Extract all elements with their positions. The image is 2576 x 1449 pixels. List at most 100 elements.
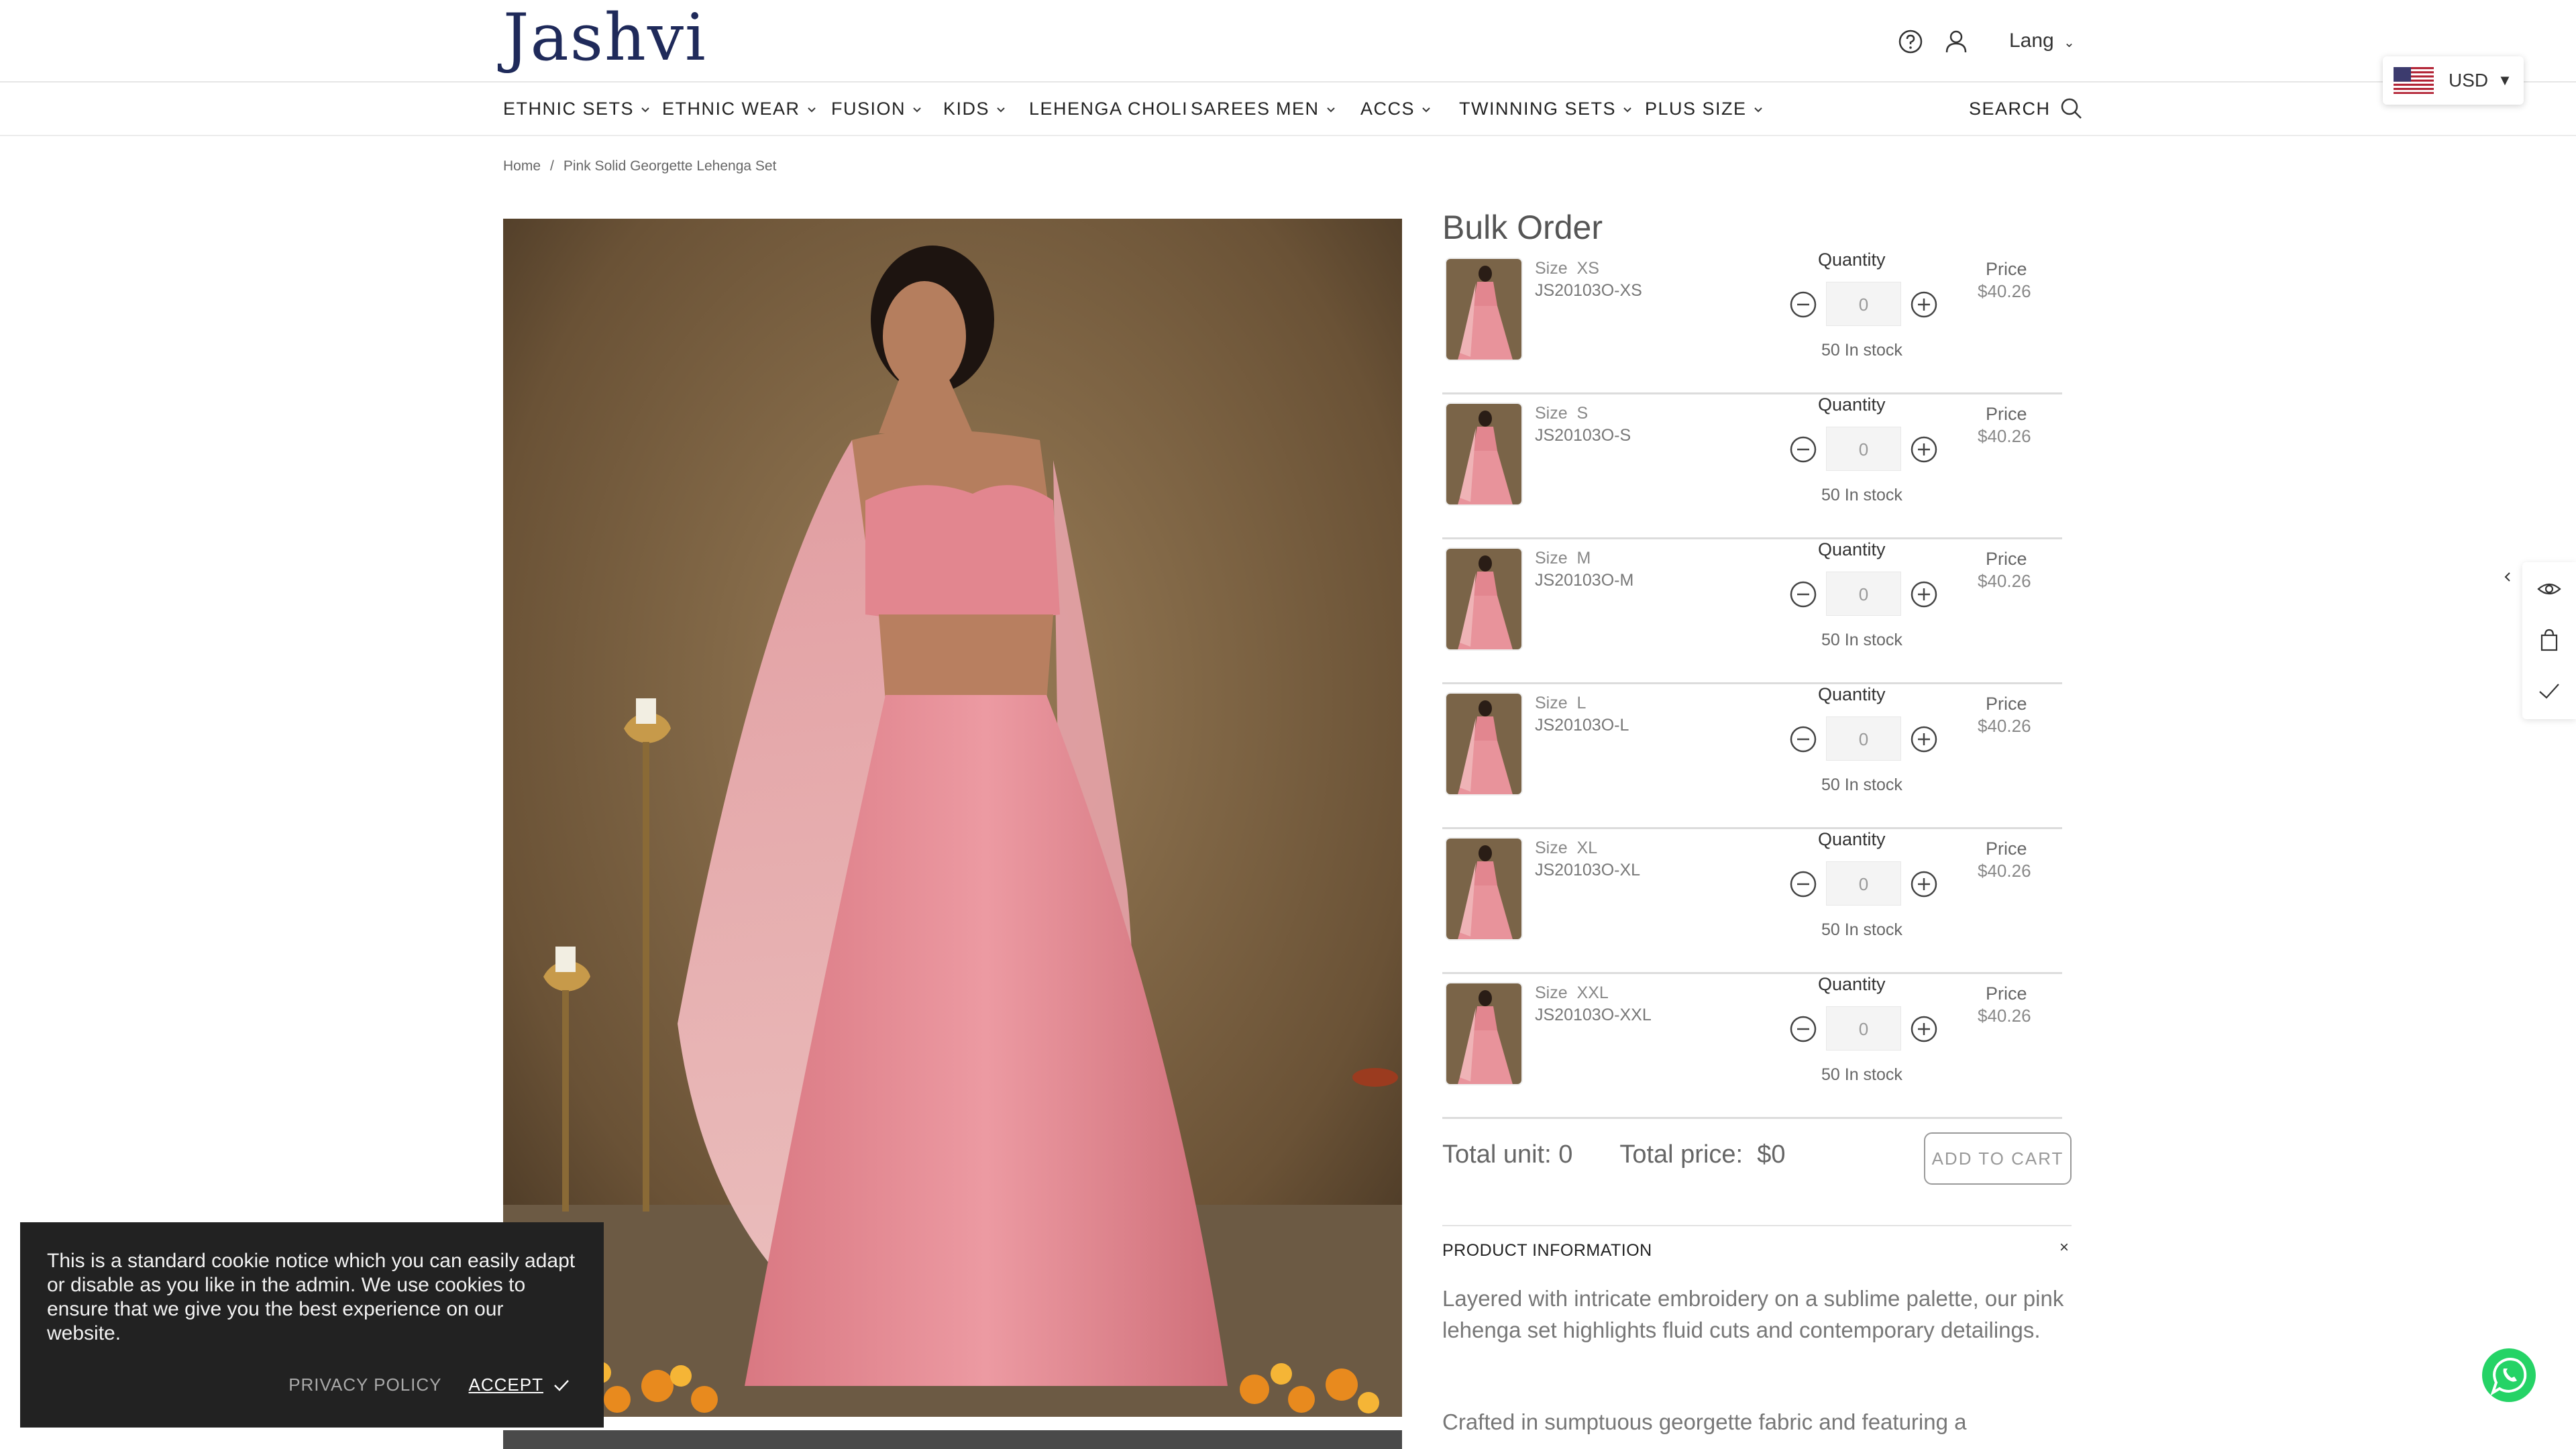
stock-status: 50 In stock xyxy=(1821,631,1902,649)
nav-item-lehenga-choli[interactable]: LEHENGA CHOLI xyxy=(1029,99,1188,119)
variant-sku: JS20103O-XL xyxy=(1535,861,1641,879)
us-flag-icon xyxy=(2394,67,2434,94)
variant-sku: JS20103O-S xyxy=(1535,426,1631,445)
minus-icon[interactable] xyxy=(1788,290,1818,319)
nav-label: FUSION xyxy=(831,99,906,119)
product-description-continued: Crafted in sumptuous georgette fabric an… xyxy=(1442,1409,1967,1434)
product-description: Layered with intricate embroidery on a s… xyxy=(1442,1286,2064,1342)
bulk-order-title: Bulk Order xyxy=(1442,209,1603,246)
site-logo[interactable]: Jashvi xyxy=(503,0,707,75)
plus-icon[interactable] xyxy=(1909,290,1939,319)
variant-thumbnail xyxy=(1445,258,1523,361)
nav-label: PLUS SIZE xyxy=(1645,99,1747,119)
nav-label: LEHENGA CHOLI xyxy=(1029,99,1189,119)
product-information-header[interactable]: PRODUCT INFORMATION xyxy=(1442,1225,2072,1260)
plus-icon[interactable] xyxy=(1909,1014,1939,1044)
accept-cookies-button[interactable]: ACCEPT xyxy=(469,1375,570,1395)
add-to-cart-button[interactable]: ADD TO CART xyxy=(1924,1132,2072,1185)
language-selector[interactable]: Lang ⌄ xyxy=(2009,30,2075,52)
price-label: Price xyxy=(1986,839,2027,859)
language-label: Lang xyxy=(2009,30,2054,52)
bulk-row-l: Size L JS20103O-L Quantity 0 50 In stock… xyxy=(1442,684,2062,829)
nav-item-ethnic-wear[interactable]: ETHNIC WEAR xyxy=(662,99,816,119)
eye-icon[interactable] xyxy=(2536,576,2563,602)
quantity-input[interactable]: 0 xyxy=(1826,1006,1901,1051)
nav-label: ETHNIC SETS xyxy=(503,99,635,119)
cookie-actions: PRIVACY POLICY ACCEPT xyxy=(288,1375,570,1395)
help-icon[interactable] xyxy=(1896,27,1925,56)
check-icon xyxy=(554,1379,569,1391)
quantity-label: Quantity xyxy=(1818,829,1886,849)
nav-label: KIDS xyxy=(943,99,990,119)
nav-item-fusion[interactable]: FUSION xyxy=(831,99,922,119)
variant-price: $40.26 xyxy=(1978,571,2031,591)
privacy-policy-link[interactable]: PRIVACY POLICY xyxy=(288,1375,441,1395)
cookie-notice: This is a standard cookie notice which y… xyxy=(20,1222,604,1428)
side-panel-toggle[interactable] xyxy=(2493,562,2522,592)
search-button[interactable]: SEARCH xyxy=(1969,96,2084,121)
cookie-text: This is a standard cookie notice which y… xyxy=(47,1250,576,1344)
nav-item-sarees[interactable]: SAREES xyxy=(1191,99,1271,119)
checkmark-icon[interactable] xyxy=(2536,678,2563,704)
currency-selector[interactable]: USD ▼ xyxy=(2383,56,2524,105)
minus-icon[interactable] xyxy=(1788,724,1818,754)
bulk-totals: Total unit: 0 Total price: $0 xyxy=(1442,1140,1785,1169)
nav-item-men[interactable]: MEN xyxy=(1276,99,1336,119)
plus-icon[interactable] xyxy=(1909,724,1939,754)
nav-label: MEN xyxy=(1276,99,1320,119)
quantity-input[interactable]: 0 xyxy=(1826,716,1901,761)
bulk-row-s: Size S JS20103O-S Quantity 0 50 In stock… xyxy=(1442,394,2062,539)
nav-item-accs[interactable]: ACCS xyxy=(1360,99,1431,119)
quantity-input[interactable]: 0 xyxy=(1826,572,1901,616)
nav-item-plus-size[interactable]: PLUS SIZE xyxy=(1645,99,1763,119)
minus-icon[interactable] xyxy=(1788,1014,1818,1044)
quantity-input[interactable]: 0 xyxy=(1826,861,1901,906)
breadcrumb-home[interactable]: Home xyxy=(503,158,541,174)
variant-sku: JS20103O-XS xyxy=(1535,281,1642,300)
chevron-down-icon xyxy=(913,107,921,112)
chevron-down-icon xyxy=(641,107,649,112)
minus-icon[interactable] xyxy=(1788,580,1818,609)
variant-size: Size L xyxy=(1535,694,1587,712)
minus-icon[interactable] xyxy=(1788,435,1818,464)
collapse-icon[interactable]: × xyxy=(2059,1238,2069,1257)
plus-icon[interactable] xyxy=(1909,869,1939,899)
chevron-down-icon xyxy=(1623,107,1631,112)
variant-thumbnail xyxy=(1445,402,1523,506)
account-icon[interactable] xyxy=(1941,27,1971,56)
variant-size: Size XL xyxy=(1535,839,1598,857)
nav-item-kids[interactable]: KIDS xyxy=(943,99,1006,119)
thumbnail-strip[interactable] xyxy=(503,1430,1402,1449)
price-label: Price xyxy=(1986,404,2027,424)
nav-label: SAREES xyxy=(1191,99,1271,119)
shopping-bag-icon[interactable] xyxy=(2536,627,2563,653)
plus-icon[interactable] xyxy=(1909,580,1939,609)
price-label: Price xyxy=(1986,259,2027,279)
chevron-down-icon xyxy=(1422,107,1430,112)
quantity-label: Quantity xyxy=(1818,394,1886,415)
variant-price: $40.26 xyxy=(1978,426,2031,446)
site-header: Jashvi Lang ⌄ xyxy=(0,0,2576,83)
stock-status: 50 In stock xyxy=(1821,341,1902,360)
quantity-input[interactable]: 0 xyxy=(1826,282,1901,326)
main-nav: ETHNIC SETS ETHNIC WEAR FUSION KIDS LEHE… xyxy=(0,83,2576,136)
accept-label: ACCEPT xyxy=(468,1375,543,1395)
price-label: Price xyxy=(1986,549,2027,569)
nav-item-twinning-sets[interactable]: TWINNING SETS xyxy=(1459,99,1632,119)
stock-status: 50 In stock xyxy=(1821,1065,1902,1084)
chevron-left-icon xyxy=(2504,572,2510,582)
quantity-input[interactable]: 0 xyxy=(1826,427,1901,471)
nav-item-ethnic-sets[interactable]: ETHNIC SETS xyxy=(503,99,650,119)
nav-label: ACCS xyxy=(1360,99,1415,119)
stock-status: 50 In stock xyxy=(1821,920,1902,939)
product-main-image[interactable] xyxy=(503,219,1402,1417)
minus-icon[interactable] xyxy=(1788,869,1818,899)
variant-sku: JS20103O-XXL xyxy=(1535,1006,1652,1024)
breadcrumb-separator: / xyxy=(550,158,554,174)
lehenga-photo xyxy=(503,219,1402,1417)
variant-size: Size M xyxy=(1535,549,1591,568)
variant-price: $40.26 xyxy=(1978,861,2031,881)
plus-icon[interactable] xyxy=(1909,435,1939,464)
whatsapp-icon[interactable] xyxy=(2479,1346,2538,1405)
quantity-label: Quantity xyxy=(1818,250,1886,270)
